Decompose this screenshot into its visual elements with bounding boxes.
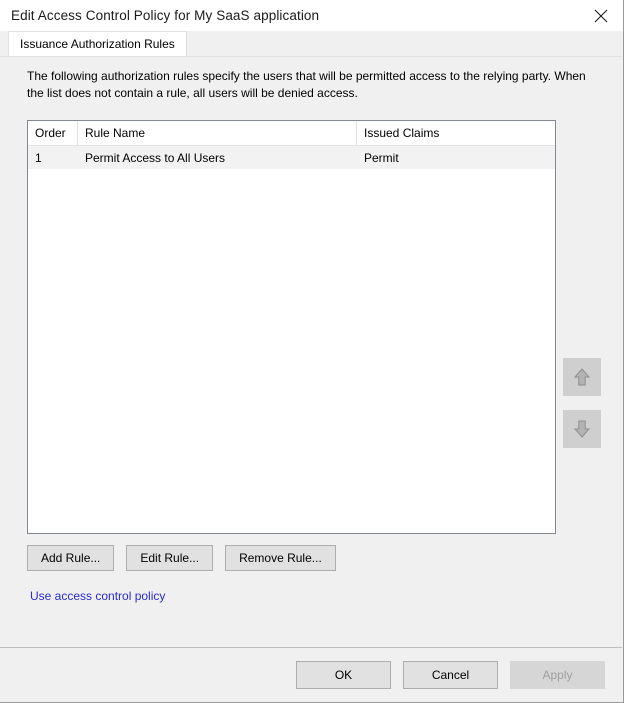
window-title: Edit Access Control Policy for My SaaS a…	[11, 8, 320, 23]
dialog-footer: OK Cancel Apply	[0, 648, 623, 702]
dialog-window: Edit Access Control Policy for My SaaS a…	[0, 0, 624, 703]
apply-button[interactable]: Apply	[510, 661, 605, 689]
column-header-order[interactable]: Order	[28, 121, 78, 145]
list-header-row: Order Rule Name Issued Claims	[28, 121, 555, 146]
cell-issued-claims: Permit	[364, 150, 399, 165]
rule-action-buttons: Add Rule... Edit Rule... Remove Rule...	[27, 545, 336, 571]
tab-label: Issuance Authorization Rules	[20, 37, 175, 51]
tab-page: The following authorization rules specif…	[0, 56, 622, 648]
cell-order: 1	[35, 150, 42, 165]
ok-button[interactable]: OK	[296, 661, 391, 689]
table-row[interactable]: 1 Permit Access to All Users Permit	[28, 146, 555, 169]
column-header-issued-claims[interactable]: Issued Claims	[357, 121, 555, 145]
close-button[interactable]	[578, 0, 623, 31]
tab-strip: Issuance Authorization Rules	[0, 31, 623, 56]
column-header-rule-name[interactable]: Rule Name	[78, 121, 357, 145]
move-down-button[interactable]	[563, 410, 601, 448]
close-icon	[594, 9, 607, 22]
cell-rule-name: Permit Access to All Users	[85, 150, 226, 165]
title-bar: Edit Access Control Policy for My SaaS a…	[0, 0, 623, 31]
tab-issuance-authorization-rules[interactable]: Issuance Authorization Rules	[8, 31, 187, 56]
move-up-button[interactable]	[563, 358, 601, 396]
description-text: The following authorization rules specif…	[27, 69, 586, 100]
add-rule-button[interactable]: Add Rule...	[27, 545, 115, 571]
arrow-down-icon	[573, 420, 591, 438]
cancel-button[interactable]: Cancel	[403, 661, 498, 689]
arrow-up-icon	[573, 368, 591, 386]
use-access-control-policy-link[interactable]: Use access control policy	[30, 589, 165, 603]
edit-rule-button[interactable]: Edit Rule...	[126, 545, 214, 571]
order-buttons	[563, 358, 601, 462]
rules-list[interactable]: Order Rule Name Issued Claims 1 Permit A…	[27, 120, 556, 534]
remove-rule-button[interactable]: Remove Rule...	[225, 545, 336, 571]
